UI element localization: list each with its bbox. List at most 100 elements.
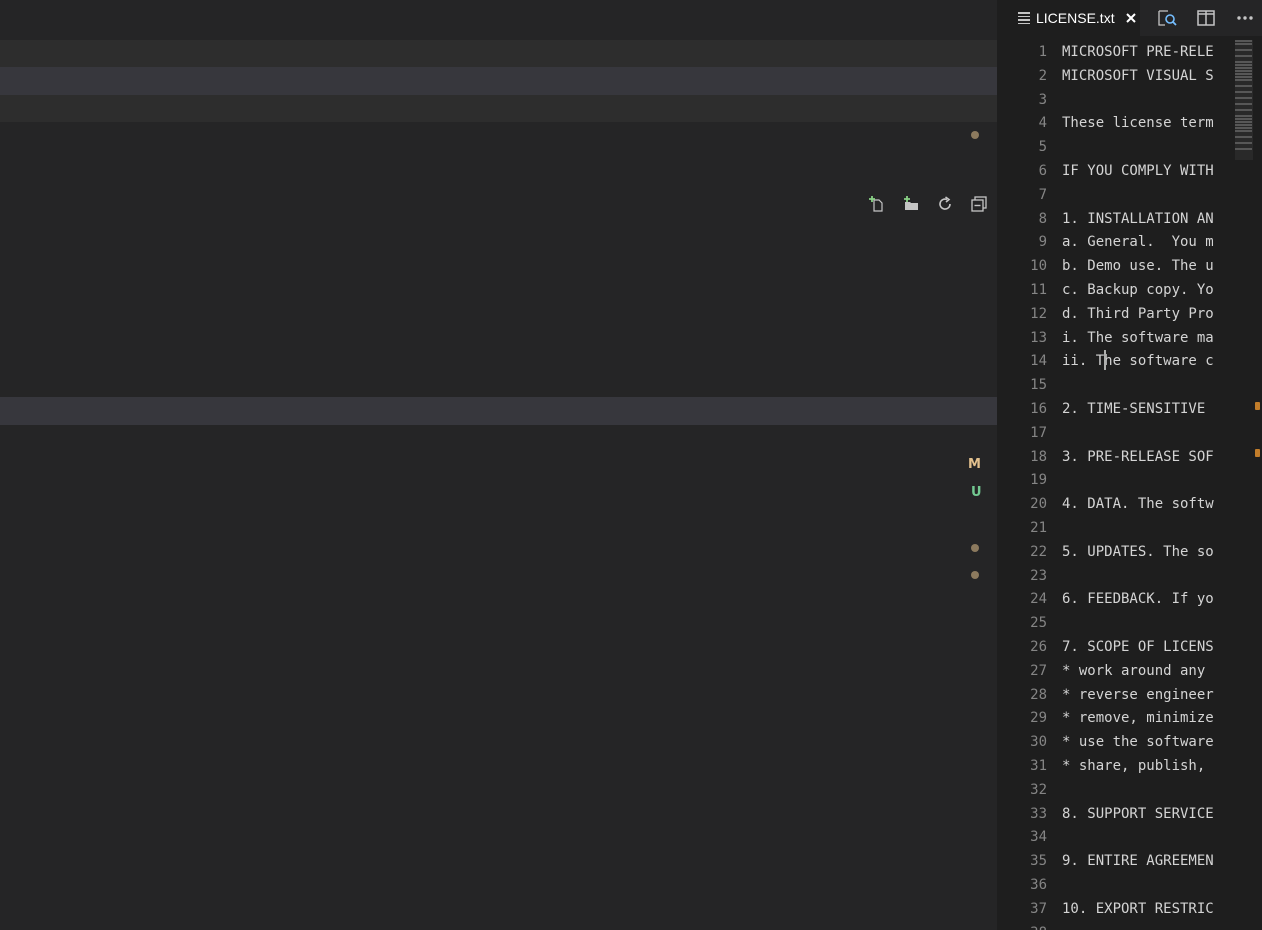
code-line[interactable]: 1 MICROSOFT PRE-RELE bbox=[997, 40, 1262, 64]
code-line[interactable]: 28 * reverse engineer bbox=[997, 683, 1262, 707]
tab-label: LICENSE.txt bbox=[1036, 10, 1115, 26]
code-line[interactable]: 12 d. Third Party Pro bbox=[997, 302, 1262, 326]
line-number: 30 bbox=[1030, 734, 1047, 751]
code-line[interactable]: 20 4. DATA. The softw bbox=[997, 492, 1262, 516]
text-file-icon bbox=[1018, 12, 1030, 24]
line-text: 9. ENTIRE AGREEMEN bbox=[1062, 853, 1214, 870]
code-line[interactable]: 16 2. TIME-SENSITIVE bbox=[997, 397, 1262, 421]
line-text: 3. PRE-RELEASE SOF bbox=[1062, 448, 1214, 465]
tree-item-selected[interactable] bbox=[0, 397, 997, 425]
refresh-button[interactable] bbox=[935, 194, 955, 214]
code-line[interactable]: 31 * share, publish, bbox=[997, 754, 1262, 778]
open-preview-button[interactable] bbox=[1156, 7, 1178, 29]
new-file-button[interactable] bbox=[867, 194, 887, 214]
line-number: 2 bbox=[1038, 67, 1047, 84]
code-line[interactable]: 4 These license term bbox=[997, 111, 1262, 135]
more-actions-icon bbox=[1237, 16, 1253, 20]
line-text: * work around any bbox=[1062, 662, 1214, 679]
code-line[interactable]: 35 9. ENTIRE AGREEMEN bbox=[997, 849, 1262, 873]
line-number: 19 bbox=[1030, 472, 1047, 489]
line-text: MICROSOFT VISUAL S bbox=[1062, 67, 1214, 84]
code-line[interactable]: 15 bbox=[997, 373, 1262, 397]
line-text: ii. The software c bbox=[1062, 353, 1214, 370]
line-text: MICROSOFT PRE-RELE bbox=[1062, 44, 1214, 60]
line-number: 29 bbox=[1030, 710, 1047, 727]
code-line[interactable]: 24 6. FEEDBACK. If yo bbox=[997, 587, 1262, 611]
line-text: These license term bbox=[1062, 115, 1214, 132]
line-number: 24 bbox=[1030, 591, 1047, 608]
explorer-folder-header[interactable] bbox=[0, 95, 997, 212]
explorer-toolbar bbox=[867, 193, 989, 215]
code-line[interactable]: 7 bbox=[997, 183, 1262, 207]
code-line[interactable]: 18 3. PRE-RELEASE SOF bbox=[997, 445, 1262, 469]
line-number: 6 bbox=[1038, 163, 1047, 179]
split-editor-icon bbox=[1197, 10, 1215, 26]
explorer-panel: M U bbox=[0, 0, 997, 930]
code-line[interactable]: 3 bbox=[997, 88, 1262, 112]
line-number: 35 bbox=[1030, 853, 1047, 870]
code-line[interactable]: 14 ii. The software c bbox=[997, 349, 1262, 373]
explorer-section-header[interactable] bbox=[0, 40, 997, 67]
close-icon[interactable] bbox=[1124, 11, 1138, 25]
minimap-slider[interactable] bbox=[1235, 40, 1253, 160]
code-line[interactable]: 17 bbox=[997, 421, 1262, 445]
code-line[interactable]: 34 bbox=[997, 825, 1262, 849]
text-cursor bbox=[1104, 350, 1106, 370]
code-line[interactable]: 36 bbox=[997, 873, 1262, 897]
new-folder-button[interactable] bbox=[901, 194, 921, 214]
code-line[interactable]: 5 bbox=[997, 135, 1262, 159]
line-number: 38 bbox=[1007, 921, 1047, 930]
code-line[interactable]: 9 a. General. You m bbox=[997, 230, 1262, 254]
line-text: * use the software bbox=[1062, 734, 1214, 751]
explorer-section-header-selected[interactable] bbox=[0, 67, 997, 95]
new-file-icon bbox=[869, 196, 883, 212]
code-line[interactable]: 27 * work around any bbox=[997, 659, 1262, 683]
code-line[interactable]: 22 5. UPDATES. The so bbox=[997, 540, 1262, 564]
git-untracked-badge: U bbox=[971, 485, 982, 500]
line-number: 12 bbox=[1030, 305, 1047, 322]
code-line[interactable]: 30 * use the software bbox=[997, 730, 1262, 754]
code-line[interactable]: 11 c. Backup copy. Yo bbox=[997, 278, 1262, 302]
collapse-all-button[interactable] bbox=[969, 194, 989, 214]
line-text: * reverse engineer bbox=[1062, 686, 1214, 703]
code-line[interactable]: 8 1. INSTALLATION AN bbox=[997, 207, 1262, 231]
open-preview-icon bbox=[1158, 10, 1177, 26]
more-actions-button[interactable] bbox=[1234, 7, 1256, 29]
line-text: d. Third Party Pro bbox=[1062, 305, 1214, 322]
modified-dot-decoration bbox=[971, 544, 979, 552]
code-line[interactable]: 10 b. Demo use. The u bbox=[997, 254, 1262, 278]
line-number: 10 bbox=[1030, 258, 1047, 275]
code-line[interactable]: 13 i. The software ma bbox=[997, 326, 1262, 350]
line-text: 6. FEEDBACK. If yo bbox=[1062, 591, 1214, 608]
code-line[interactable]: 23 bbox=[997, 564, 1262, 588]
code-line[interactable]: 33 8. SUPPORT SERVICE bbox=[997, 802, 1262, 826]
code-line[interactable]: 2 MICROSOFT VISUAL S bbox=[997, 64, 1262, 88]
code-line[interactable]: 6 IF YOU COMPLY WITH bbox=[997, 159, 1262, 183]
code-line[interactable]: 21 bbox=[997, 516, 1262, 540]
code-editor[interactable]: 1 MICROSOFT PRE-RELE 2 MICROSOFT VISUAL S34… bbox=[997, 40, 1262, 930]
code-line[interactable]: 25 bbox=[997, 611, 1262, 635]
line-number: 33 bbox=[1030, 805, 1047, 822]
line-text: i. The software ma bbox=[1062, 329, 1214, 346]
line-text: a. General. You m bbox=[1062, 234, 1214, 251]
editor-actions bbox=[1156, 0, 1262, 36]
code-line[interactable]: 38 bbox=[997, 921, 1262, 930]
code-line[interactable]: 26 7. SCOPE OF LICENS bbox=[997, 635, 1262, 659]
line-text: * remove, minimize bbox=[1062, 710, 1214, 727]
modified-dot-decoration bbox=[971, 131, 979, 139]
code-line[interactable]: 37 10. EXPORT RESTRIC bbox=[997, 897, 1262, 921]
line-text: IF YOU COMPLY WITH bbox=[1062, 163, 1214, 179]
line-number: 34 bbox=[1030, 829, 1047, 846]
editor-tab-bar: LICENSE.txt bbox=[997, 0, 1262, 36]
line-number: 18 bbox=[1030, 448, 1047, 465]
code-line[interactable]: 19 bbox=[997, 468, 1262, 492]
line-number: 14 bbox=[1030, 353, 1047, 370]
code-line[interactable]: 32 bbox=[997, 778, 1262, 802]
line-number: 4 bbox=[1038, 115, 1047, 132]
tab-license[interactable]: LICENSE.txt bbox=[997, 0, 1140, 36]
code-line[interactable]: 29 * remove, minimize bbox=[997, 706, 1262, 730]
split-editor-button[interactable] bbox=[1195, 7, 1217, 29]
line-number: 36 bbox=[1030, 877, 1047, 893]
line-number: 31 bbox=[1030, 758, 1047, 774]
line-number: 37 bbox=[1030, 900, 1047, 917]
